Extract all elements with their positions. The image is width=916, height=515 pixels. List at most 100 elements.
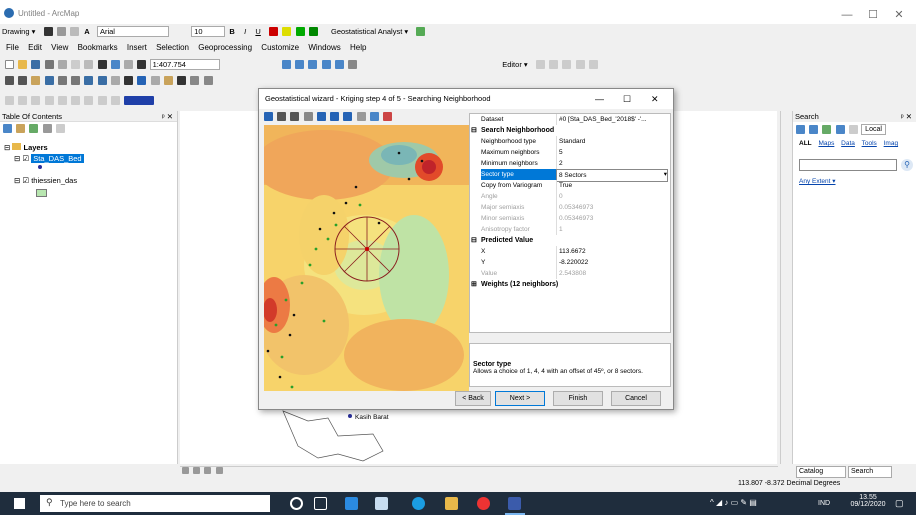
toc-pin-close[interactable]: ᵖ ✕	[162, 111, 173, 122]
layers-group[interactable]: ⊟ Layers	[4, 143, 48, 152]
measure-icon[interactable]	[190, 76, 200, 85]
collapse-icon[interactable]: ⊟	[4, 143, 10, 152]
property-value[interactable]: #0 [Sta_DAS_Bed_'2018$' -'...	[556, 114, 668, 125]
marker-color-icon[interactable]	[308, 27, 318, 36]
property-value[interactable]: True	[556, 180, 668, 191]
reshape-icon[interactable]	[562, 60, 572, 69]
menu-geoprocessing[interactable]: Geoprocessing	[198, 40, 252, 55]
layer-name[interactable]: thiessien_das	[31, 176, 77, 185]
cut-icon[interactable]	[57, 60, 67, 69]
toc-options-icon[interactable]	[55, 124, 65, 133]
filter-data[interactable]: Data	[841, 140, 855, 147]
windows-start-icon[interactable]	[14, 498, 25, 509]
local-select[interactable]: Local	[861, 124, 886, 135]
extent-filter[interactable]: Any Extent ▾	[799, 177, 836, 185]
visibility-checkbox[interactable]: ☑	[22, 176, 29, 185]
layer-sta-das-bed[interactable]: ⊟ ☑ Sta_DAS_Bed	[14, 154, 84, 163]
select-arrow-icon[interactable]	[43, 27, 53, 36]
rectangle-icon[interactable]	[70, 27, 80, 36]
layout-zoom-in-icon[interactable]	[5, 96, 14, 105]
attributes-icon[interactable]	[588, 60, 598, 69]
layout-page-icon[interactable]	[57, 96, 67, 105]
layout-zoom-out-icon[interactable]	[18, 96, 28, 105]
map-scrollbar-horizontal[interactable]	[180, 466, 778, 475]
bold-button[interactable]: B	[227, 26, 236, 37]
menu-selection[interactable]: Selection	[156, 40, 189, 55]
pan-icon[interactable]	[31, 76, 41, 85]
property-row-minor-semiaxis[interactable]: Minor semiaxis 0.05346973	[470, 213, 670, 224]
file-explorer-icon[interactable]	[445, 497, 458, 510]
menu-windows[interactable]: Windows	[308, 40, 340, 55]
back-button[interactable]: < Back	[455, 391, 491, 406]
print-icon[interactable]	[44, 60, 54, 69]
clock[interactable]: 13.55 09/12/2020	[848, 494, 888, 508]
pan-hand-icon[interactable]	[303, 112, 313, 121]
paste-icon[interactable]	[84, 60, 94, 69]
text-tool-icon[interactable]: A	[82, 26, 91, 37]
add-data-icon[interactable]	[137, 60, 147, 69]
dialog-maximize-button[interactable]: ☐	[623, 89, 631, 109]
close-button[interactable]: ✕	[890, 8, 908, 22]
property-row-major-semiaxis[interactable]: Major semiaxis 0.05346973	[470, 202, 670, 213]
pan-tool-icon[interactable]	[264, 112, 273, 121]
full-extent-icon[interactable]	[44, 76, 54, 85]
color-swatch-icon[interactable]	[124, 96, 155, 105]
edge-icon[interactable]	[412, 497, 425, 510]
redo-icon[interactable]	[124, 60, 134, 69]
list-by-visibility-icon[interactable]	[29, 124, 39, 133]
geostat-wizard-icon[interactable]	[416, 27, 426, 36]
minimize-button[interactable]: —	[838, 8, 856, 22]
editor-toolbar-icon[interactable]	[281, 60, 291, 69]
filter-maps[interactable]: Maps	[818, 140, 834, 147]
chrome-icon[interactable]	[477, 497, 490, 510]
font-size-select[interactable]: 10	[191, 26, 226, 37]
finish-button[interactable]: Finish	[553, 391, 603, 406]
collapse-icon[interactable]: ⊟	[14, 154, 20, 163]
property-row-neighborhood-type[interactable]: Neighborhood type Standard	[470, 136, 670, 147]
back-icon[interactable]	[330, 112, 340, 121]
fixed-zoom-out-icon[interactable]	[71, 76, 81, 85]
property-row-minimum-neighbors[interactable]: Minimum neighbors 2	[470, 158, 670, 169]
collapse-icon[interactable]: ⊟	[14, 176, 20, 185]
copy-icon[interactable]	[71, 60, 81, 69]
refresh-search-icon[interactable]	[835, 125, 845, 134]
filter-tools[interactable]: Tools	[862, 140, 877, 147]
line-color-icon[interactable]	[295, 27, 305, 36]
property-section-predicted-value[interactable]: ⊟ Predicted Value	[470, 235, 670, 246]
store-icon[interactable]	[375, 497, 388, 510]
property-row-sector-type[interactable]: Sector type 8 Sectors ▾	[470, 169, 670, 182]
dialog-close-button[interactable]: ✕	[651, 89, 659, 109]
taskbar-search-box[interactable]: ⚲ Type here to search	[40, 495, 270, 512]
layout-guide-icon[interactable]	[84, 96, 94, 105]
cut-polygon-icon[interactable]	[575, 60, 585, 69]
fixed-zoom-in-icon[interactable]	[57, 76, 67, 85]
search-pin-close[interactable]: ᵖ ✕	[901, 111, 912, 122]
menu-customize[interactable]: Customize	[261, 40, 299, 55]
filter-all[interactable]: ALL	[799, 140, 812, 147]
identify-icon[interactable]	[137, 76, 147, 85]
dialog-minimize-button[interactable]: —	[595, 89, 604, 109]
pause-icon[interactable]	[215, 467, 223, 474]
search-input[interactable]	[799, 159, 897, 171]
editor-menu[interactable]: Editor ▾	[500, 59, 529, 70]
expand-collapse-icon[interactable]: ⊞	[471, 279, 477, 290]
menu-edit[interactable]: Edit	[28, 40, 42, 55]
find-icon[interactable]	[177, 76, 187, 85]
expand-collapse-icon[interactable]: ⊟	[471, 235, 477, 246]
rotate-icon[interactable]	[56, 27, 66, 36]
property-row-x[interactable]: X 113.6672	[470, 246, 670, 257]
dropdown-arrow-icon[interactable]: ▾	[664, 169, 667, 180]
time-slider-icon[interactable]	[203, 76, 213, 85]
delete-icon[interactable]	[97, 60, 107, 69]
underline-button[interactable]: U	[253, 26, 262, 37]
menu-bookmarks[interactable]: Bookmarks	[78, 40, 118, 55]
property-row-y[interactable]: Y -8.220022	[470, 257, 670, 268]
new-icon[interactable]	[5, 60, 14, 69]
property-row-maximum-neighbors[interactable]: Maximum neighbors 5	[470, 147, 670, 158]
data-view-icon[interactable]	[182, 467, 189, 474]
select-elements-icon[interactable]	[124, 76, 134, 85]
layout-pan-icon[interactable]	[31, 96, 41, 105]
mail-icon[interactable]	[345, 497, 358, 510]
forward-arrow-icon[interactable]	[809, 125, 819, 134]
identify-icon[interactable]	[383, 112, 393, 121]
